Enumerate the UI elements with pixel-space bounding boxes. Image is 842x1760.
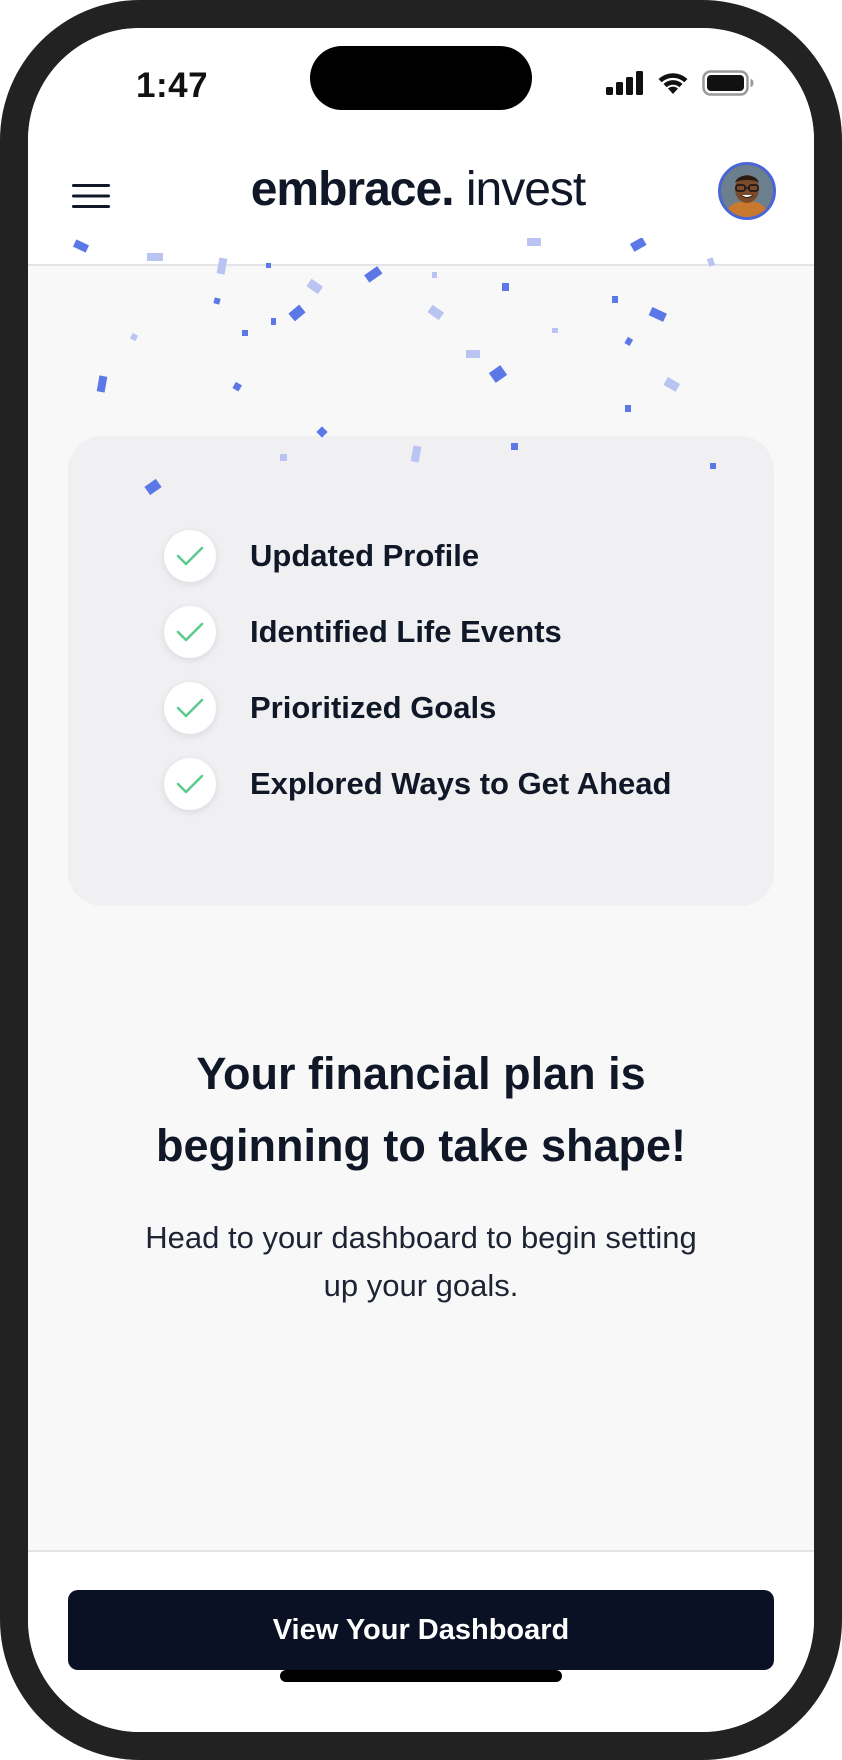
bottom-action-bar: View Your Dashboard — [28, 1550, 814, 1732]
avatar-image — [721, 165, 773, 217]
phone-frame: 1:47 embrace. invest Updated Profile Ide… — [0, 0, 842, 1760]
app-screen: 1:47 embrace. invest Updated Profile Ide… — [28, 28, 814, 1732]
user-avatar[interactable] — [718, 162, 776, 220]
completion-subtext: Head to your dashboard to begin setting … — [145, 1220, 697, 1303]
brand-logo[interactable]: embrace. invest — [178, 162, 658, 217]
checklist-item-label: Prioritized Goals — [250, 690, 497, 725]
checkmark-icon — [164, 682, 216, 734]
checklist-item-label: Explored Ways to Get Ahead — [250, 766, 672, 801]
logo-primary: embrace. — [250, 163, 455, 216]
completion-headline: Your financial plan is beginning to take… — [155, 1048, 687, 1171]
checklist-item-label: Identified Life Events — [250, 614, 562, 649]
hamburger-menu-icon[interactable] — [72, 180, 112, 212]
battery-icon — [702, 70, 754, 96]
view-dashboard-button[interactable]: View Your Dashboard — [68, 1590, 774, 1670]
checklist: Updated Profile Identified Life Events P… — [164, 530, 671, 834]
wifi-icon — [658, 73, 688, 94]
checkmark-icon — [164, 758, 216, 810]
checklist-item: Prioritized Goals — [164, 682, 671, 734]
status-time: 1:47 — [136, 66, 209, 105]
progress-checklist-card: Updated Profile Identified Life Events P… — [68, 436, 774, 906]
checkmark-icon — [164, 606, 216, 658]
cellular-signal-icon — [606, 71, 643, 95]
checklist-item: Identified Life Events — [164, 606, 671, 658]
dynamic-island — [310, 46, 532, 110]
checklist-item: Updated Profile — [164, 530, 671, 582]
logo-secondary: invest — [465, 163, 586, 216]
app-header: embrace. invest — [28, 136, 814, 266]
checkmark-icon — [164, 530, 216, 582]
checklist-item-label: Updated Profile — [250, 538, 480, 573]
checklist-item: Explored Ways to Get Ahead — [164, 758, 671, 810]
status-icons — [606, 70, 754, 96]
status-bar: 1:47 — [28, 28, 814, 136]
home-indicator[interactable] — [280, 1670, 562, 1682]
